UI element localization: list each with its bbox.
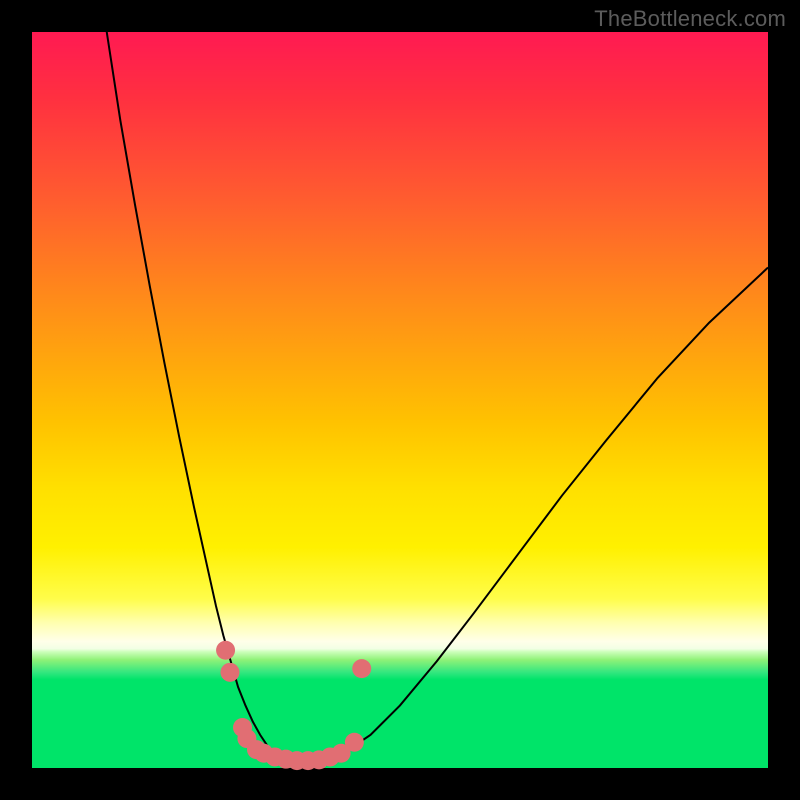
curve-marker [216, 641, 235, 660]
chart-frame: TheBottleneck.com [0, 0, 800, 800]
curve-marker [220, 663, 239, 682]
bottleneck-curve [106, 25, 768, 761]
watermark-text: TheBottleneck.com [594, 6, 786, 32]
chart-svg [32, 32, 768, 768]
chart-plot-area [32, 32, 768, 768]
curve-marker [345, 733, 364, 752]
curve-marker [352, 659, 371, 678]
curve-markers [216, 641, 371, 770]
